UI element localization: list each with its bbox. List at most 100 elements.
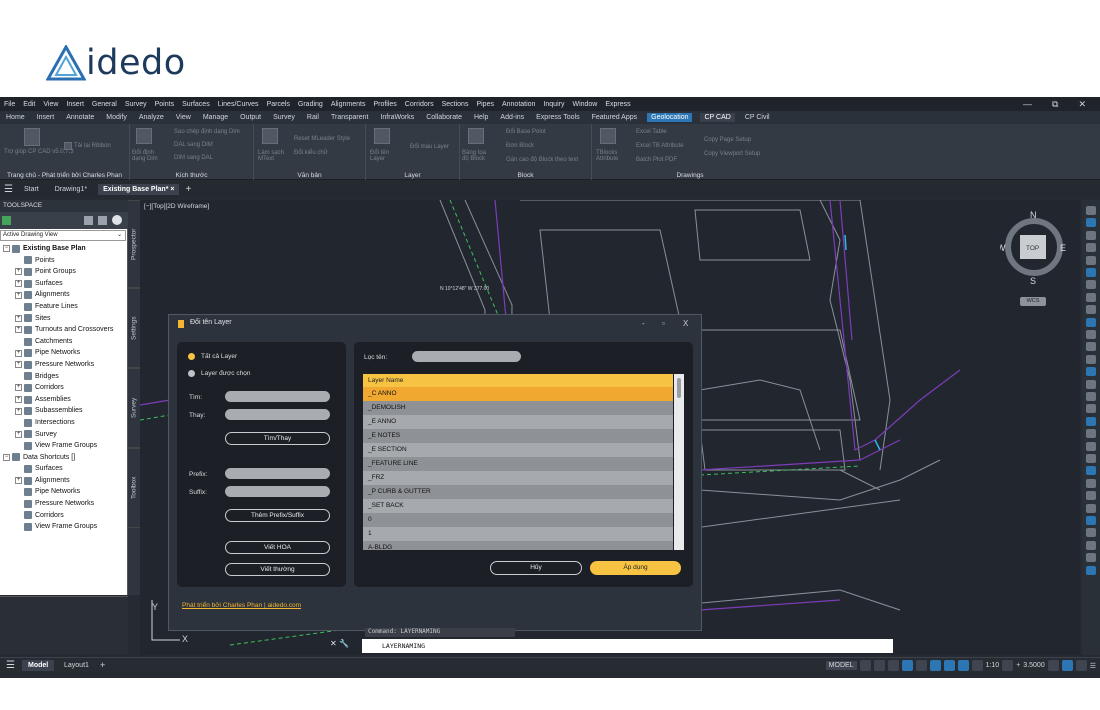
expand-icon[interactable]: −	[3, 245, 10, 253]
menu-item-profiles[interactable]: Profiles	[373, 101, 396, 108]
expand-icon[interactable]: +	[15, 326, 22, 334]
expand-icon[interactable]: +	[15, 291, 22, 299]
scrollbar-thumb[interactable]	[677, 378, 681, 398]
cancel-button[interactable]: Hủy	[490, 561, 582, 575]
ribbon-block-table[interactable]: Bảng tọa độ Block	[462, 150, 494, 162]
list-scrollbar[interactable]	[674, 374, 684, 550]
lineweight-value[interactable]: 3.5000	[1023, 662, 1044, 669]
tool-icon[interactable]	[1086, 330, 1096, 339]
tree-item[interactable]: Feature Lines	[0, 301, 128, 313]
tree-item[interactable]: Corridors	[0, 510, 128, 522]
menu-item-window[interactable]: Window	[572, 101, 597, 108]
layer-row[interactable]: _FRZ	[363, 471, 673, 485]
tool-icon[interactable]	[1086, 466, 1096, 476]
tree-item[interactable]: + Pressure Networks	[0, 359, 128, 371]
view-select[interactable]: Active Drawing View ⌄	[0, 230, 126, 241]
add-layout-button[interactable]: +	[98, 660, 107, 670]
ribbon-copy-viewport[interactable]: Copy Viewport Setup	[704, 151, 760, 157]
help-icon[interactable]	[24, 128, 40, 146]
ribbon-rename-layer[interactable]: Đổi tên Layer	[370, 150, 400, 162]
ribbon-tab-survey[interactable]: Survey	[271, 114, 297, 121]
tool-icon[interactable]	[1086, 342, 1096, 352]
ribbon-change-font[interactable]: Đổi kiểu chữ	[294, 150, 328, 156]
lowercase-button[interactable]: Viết thường	[225, 563, 330, 576]
tab-model[interactable]: Model	[22, 660, 55, 671]
hamburger-icon[interactable]: ☰	[4, 184, 13, 195]
radio-unchecked-icon[interactable]	[188, 370, 195, 377]
dialog-close-button[interactable]: X	[683, 319, 688, 328]
tree-item[interactable]: Pipe Networks	[0, 486, 128, 498]
tool-icon[interactable]	[1086, 528, 1096, 538]
expand-icon[interactable]: −	[3, 453, 10, 461]
radio-checked-icon[interactable]	[188, 353, 195, 360]
tree-item[interactable]: − Data Shortcuts []	[0, 452, 128, 464]
ribbon-tab-modify[interactable]: Modify	[104, 114, 129, 121]
hardware-icon[interactable]	[1061, 660, 1073, 671]
dim-format-icon[interactable]	[136, 128, 152, 144]
tool-icon[interactable]	[1086, 553, 1096, 563]
layer-list[interactable]: Layer Name _C ANNO _DEMOLISH _E ANNO _E NOT…	[363, 374, 673, 550]
list-header[interactable]: Layer Name	[363, 374, 673, 387]
tree-item[interactable]: + Pipe Networks	[0, 347, 128, 359]
viewcube[interactable]: TOP N S E W	[997, 207, 1068, 295]
help-icon[interactable]	[112, 215, 122, 225]
expand-icon[interactable]: +	[15, 477, 22, 485]
tool-icon[interactable]	[1086, 280, 1096, 290]
menu-item-corridors[interactable]: Corridors	[405, 101, 434, 108]
tree-item[interactable]: View Frame Groups	[0, 440, 128, 452]
tree-item[interactable]: + Turnouts and Crossovers	[0, 324, 128, 336]
menu-item-inquiry[interactable]: Inquiry	[543, 101, 564, 108]
find-replace-button[interactable]: Tìm/Thay	[225, 432, 330, 445]
suffix-input[interactable]	[225, 486, 330, 497]
tool-icon[interactable]	[1086, 243, 1096, 253]
ribbon-tab-collaborate[interactable]: Collaborate	[424, 114, 464, 121]
ribbon-tab-analyze[interactable]: Analyze	[137, 114, 166, 121]
snap-icon[interactable]	[873, 660, 885, 671]
ribbon-tab-add-ins[interactable]: Add-ins	[498, 114, 526, 121]
expand-icon[interactable]: +	[15, 430, 22, 438]
ribbon-excel-tb[interactable]: Excel TB Attribute	[636, 143, 684, 149]
otrack-icon[interactable]	[943, 660, 955, 671]
tab-start[interactable]: Start	[19, 184, 44, 195]
ribbon-tab-home[interactable]: Home	[4, 114, 27, 121]
ribbon-tab-infraworks[interactable]: InfraWorks	[378, 114, 416, 121]
ribbon-block-elev[interactable]: Gán cao độ Block theo text	[506, 157, 578, 163]
tab-survey[interactable]: Survey	[128, 368, 140, 448]
tool-icon[interactable]	[1086, 441, 1096, 451]
tree-item[interactable]: + Assemblies	[0, 394, 128, 406]
expand-icon[interactable]: +	[15, 349, 22, 357]
toolspace-icon[interactable]	[2, 216, 11, 225]
tab-layout1[interactable]: Layout1	[58, 660, 95, 671]
tool-icon[interactable]	[1086, 367, 1096, 377]
tree-item[interactable]: + Sites	[0, 313, 128, 325]
polar-icon[interactable]	[901, 660, 913, 671]
radio-selected-layers[interactable]: Layer được chọn	[188, 370, 250, 377]
menu-item-annotation[interactable]: Annotation	[502, 101, 535, 108]
tool-icon[interactable]	[1086, 392, 1096, 401]
layer-row[interactable]: _P CURB & GUTTER	[363, 485, 673, 499]
layer-row[interactable]: _E NOTES	[363, 429, 673, 443]
gear-icon[interactable]	[1002, 660, 1014, 671]
viewcube-top[interactable]: TOP	[1026, 245, 1039, 252]
grid-icon[interactable]	[859, 660, 871, 671]
menu-item-lines-curves[interactable]: Lines/Curves	[218, 101, 259, 108]
radio-all-layers[interactable]: Tất cả Layer	[188, 353, 237, 360]
tree-item[interactable]: Surfaces	[0, 463, 128, 475]
tool-icon[interactable]	[1086, 503, 1096, 513]
ribbon-tab-help[interactable]: Help	[472, 114, 490, 121]
menu-icon[interactable]: ☰	[4, 660, 17, 671]
close-tab-icon[interactable]: ×	[170, 186, 174, 193]
tab-toolbox[interactable]: Toolbox	[128, 448, 140, 528]
expand-icon[interactable]: +	[15, 314, 22, 322]
menu-item-express[interactable]: Express	[605, 101, 630, 108]
annotation-icon[interactable]	[957, 660, 969, 671]
tool-icon[interactable]	[1086, 416, 1096, 426]
tool-icon[interactable]	[1086, 478, 1096, 488]
ribbon-tab-featured-apps[interactable]: Featured Apps	[590, 114, 640, 121]
menu-item-surfaces[interactable]: Surfaces	[182, 101, 210, 108]
reload-icon[interactable]	[64, 142, 72, 150]
ribbon-tblocks[interactable]: TBlocks Attribute	[596, 150, 626, 162]
tree-item[interactable]: − Existing Base Plan	[0, 243, 128, 255]
tool-icon[interactable]	[1086, 268, 1096, 277]
tool-icon[interactable]	[1086, 354, 1096, 364]
